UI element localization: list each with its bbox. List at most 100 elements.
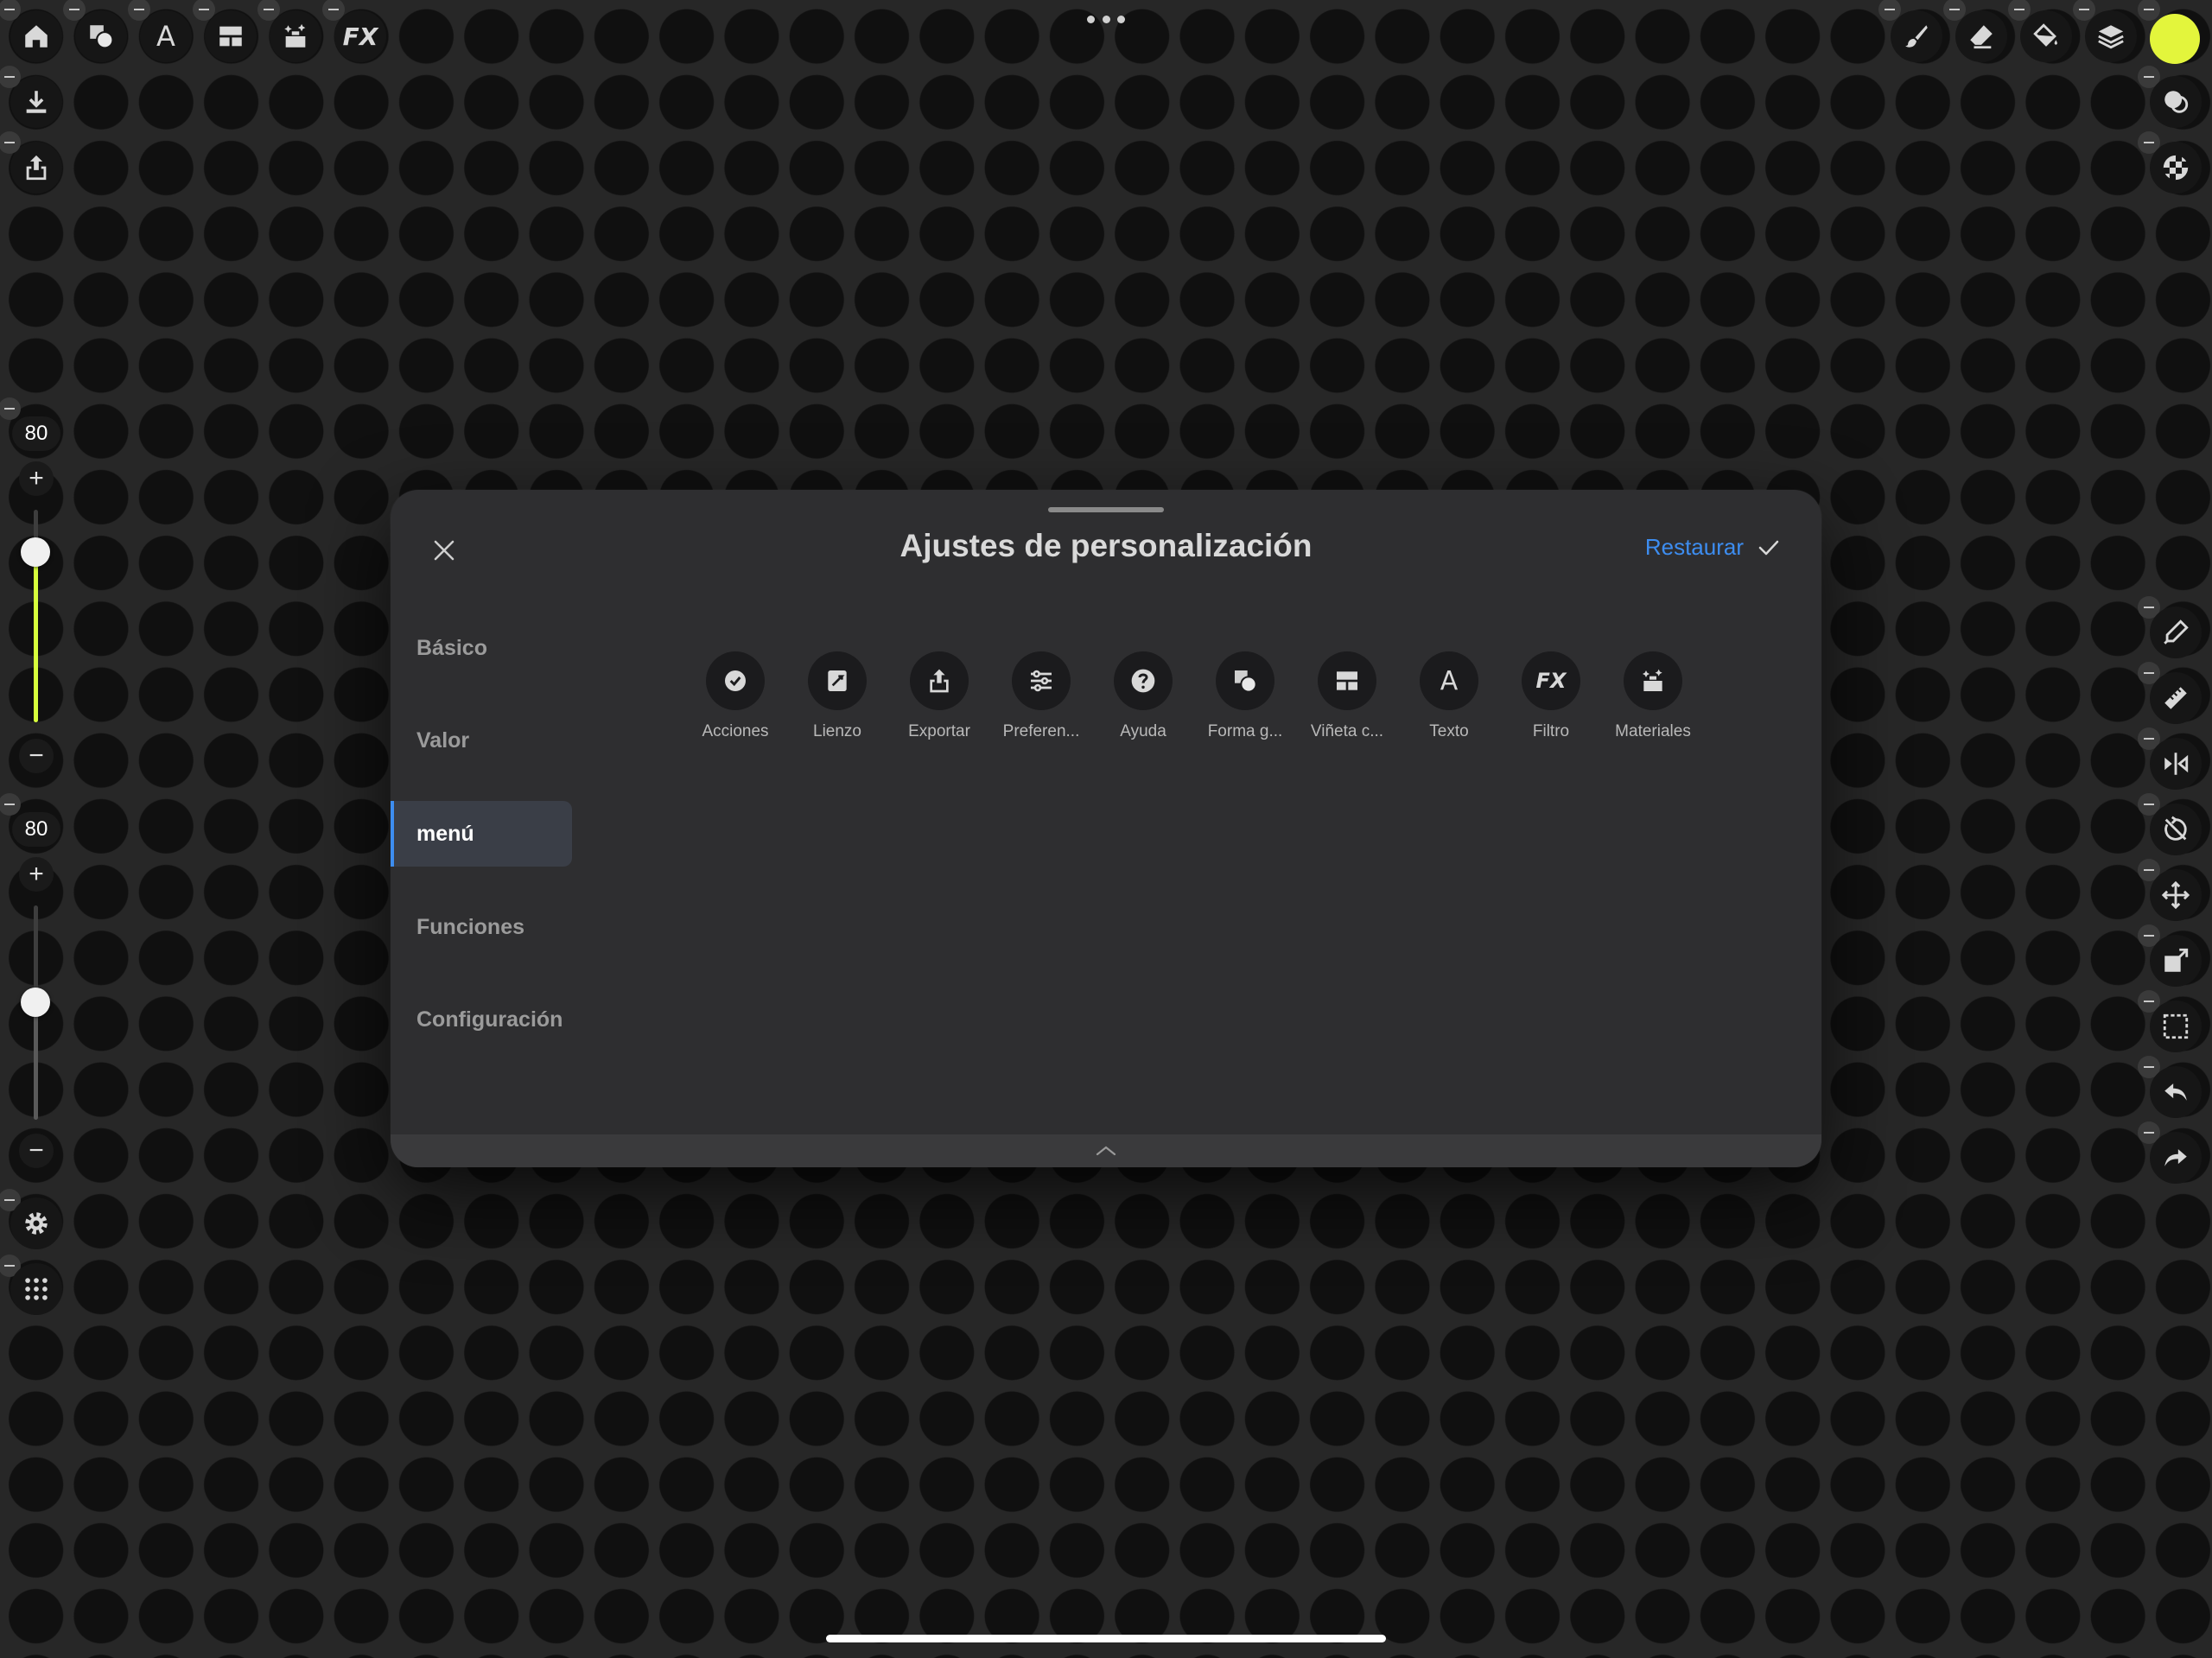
opacity-increase-button[interactable]: + <box>19 857 54 892</box>
materials-button[interactable] <box>270 10 321 62</box>
home-button[interactable] <box>10 10 62 62</box>
menu-items-row: Acciones Lienzo Exportar Preferen... Ayu… <box>684 651 1704 741</box>
menu-item-label: Lienzo <box>813 722 861 740</box>
menu-item-forma[interactable]: Forma g... <box>1194 651 1296 741</box>
menu-item-acciones[interactable]: Acciones <box>684 651 786 741</box>
selection-button[interactable] <box>2150 1001 2202 1052</box>
restore-button[interactable]: Restaurar <box>1645 534 1744 561</box>
settings-button[interactable] <box>10 1197 62 1249</box>
more-options-button[interactable] <box>1087 12 1125 26</box>
brush-icon <box>1905 25 1928 48</box>
collapse-bar[interactable] <box>391 1134 1821 1167</box>
confirm-button[interactable] <box>1754 533 1783 562</box>
menu-item-exportar[interactable]: Exportar <box>888 651 990 741</box>
export-icon <box>930 669 949 693</box>
text-icon: A <box>1440 665 1459 696</box>
layers-button[interactable] <box>2085 10 2137 62</box>
symmetry-icon <box>2164 753 2189 775</box>
size-slider-fill <box>34 552 38 722</box>
checker-button[interactable] <box>2150 142 2202 194</box>
fx-icon: FX <box>342 22 378 51</box>
filter-icon: FX <box>1535 669 1567 693</box>
current-color-swatch[interactable] <box>2150 14 2200 64</box>
nav-configuracion[interactable]: Configuración <box>391 987 572 1052</box>
size-slider-thumb[interactable] <box>21 537 50 568</box>
checkmark-icon <box>1758 540 1779 556</box>
opacity-slider-thumb[interactable] <box>21 987 50 1017</box>
menu-item-texto[interactable]: A Texto <box>1398 651 1500 741</box>
size-slider-value: 80 <box>12 416 60 451</box>
apps-button[interactable] <box>10 1263 62 1315</box>
menu-item-filtro[interactable]: FX Filtro <box>1500 651 1602 741</box>
color-picker-button[interactable] <box>2150 607 2202 658</box>
download-icon <box>26 91 47 113</box>
undo-icon <box>2164 1083 2187 1101</box>
materials-icon <box>284 23 306 48</box>
dialog-title: Ajustes de personalización <box>899 528 1313 563</box>
transform-button[interactable] <box>2150 935 2202 987</box>
menu-item-ayuda[interactable]: Ayuda <box>1092 651 1194 741</box>
menu-item-label: Filtro <box>1532 722 1570 740</box>
redo-button[interactable] <box>2150 1132 2202 1184</box>
panel-button[interactable] <box>205 10 257 62</box>
move-button[interactable] <box>2150 869 2202 921</box>
eraser-icon <box>1970 25 1993 49</box>
brush-button[interactable] <box>1891 10 1942 62</box>
text-icon: A <box>156 20 175 53</box>
help-icon <box>1131 669 1155 693</box>
checker-icon <box>2163 155 2189 181</box>
nav-basico[interactable]: Básico <box>391 615 572 681</box>
vignette-icon <box>1337 671 1357 690</box>
rotate-lock-button[interactable] <box>2150 804 2202 855</box>
menu-item-preferencias[interactable]: Preferen... <box>990 651 1092 741</box>
canvas-icon <box>828 670 847 691</box>
menu-item-materiales[interactable]: Materiales <box>1602 651 1704 741</box>
shapes-button[interactable] <box>75 10 127 62</box>
menu-item-label: Texto <box>1429 722 1469 740</box>
menu-item-label: Acciones <box>702 722 769 740</box>
layers-icon <box>2098 25 2124 49</box>
materials-icon <box>1643 669 1662 691</box>
selection-icon <box>2163 1013 2189 1039</box>
size-increase-button[interactable]: + <box>19 461 54 496</box>
chevron-up-icon <box>1096 1146 1116 1156</box>
preferences-icon <box>1031 670 1052 692</box>
actions-icon <box>725 670 746 691</box>
customization-settings-dialog: Ajustes de personalización Restaurar Bás… <box>391 490 1821 1167</box>
apps-grid-icon <box>25 1278 48 1300</box>
move-icon <box>2161 880 2190 910</box>
opacity-decrease-button[interactable]: − <box>19 1134 54 1168</box>
blend-icon <box>2164 91 2189 113</box>
eraser-button[interactable] <box>1955 10 2007 62</box>
home-icon <box>25 25 48 48</box>
menu-item-label: Materiales <box>1615 722 1691 740</box>
gear-icon <box>25 1212 48 1235</box>
text-button[interactable]: A <box>140 10 192 62</box>
menu-item-vineta[interactable]: Viñeta c... <box>1296 651 1398 741</box>
menu-item-label: Viñeta c... <box>1310 722 1384 740</box>
size-decrease-button[interactable]: − <box>19 739 54 773</box>
symmetry-button[interactable] <box>2150 738 2202 790</box>
menu-item-label: Preferen... <box>1002 722 1080 740</box>
menu-item-label: Ayuda <box>1120 722 1166 740</box>
undo-button[interactable] <box>2150 1066 2202 1118</box>
fx-button[interactable]: FX <box>334 10 386 62</box>
nav-valor[interactable]: Valor <box>391 708 572 773</box>
nav-menu[interactable]: menú <box>391 801 572 867</box>
fill-icon <box>2033 23 2057 47</box>
panel-icon <box>219 26 242 47</box>
nav-funciones[interactable]: Funciones <box>391 894 572 960</box>
color-picker-icon <box>2164 619 2189 645</box>
home-indicator[interactable] <box>826 1635 1386 1642</box>
ruler-icon <box>2164 687 2187 709</box>
opacity-slider-value: 80 <box>12 812 60 847</box>
transform-icon <box>2164 948 2189 972</box>
fill-button[interactable] <box>2020 10 2072 62</box>
drag-handle[interactable] <box>1048 507 1164 512</box>
shapes-icon <box>90 25 114 49</box>
ruler-button[interactable] <box>2150 672 2202 724</box>
redo-icon <box>2164 1149 2187 1166</box>
menu-item-lienzo[interactable]: Lienzo <box>786 651 888 741</box>
share-icon <box>26 155 47 181</box>
blend-button[interactable] <box>2150 76 2202 128</box>
